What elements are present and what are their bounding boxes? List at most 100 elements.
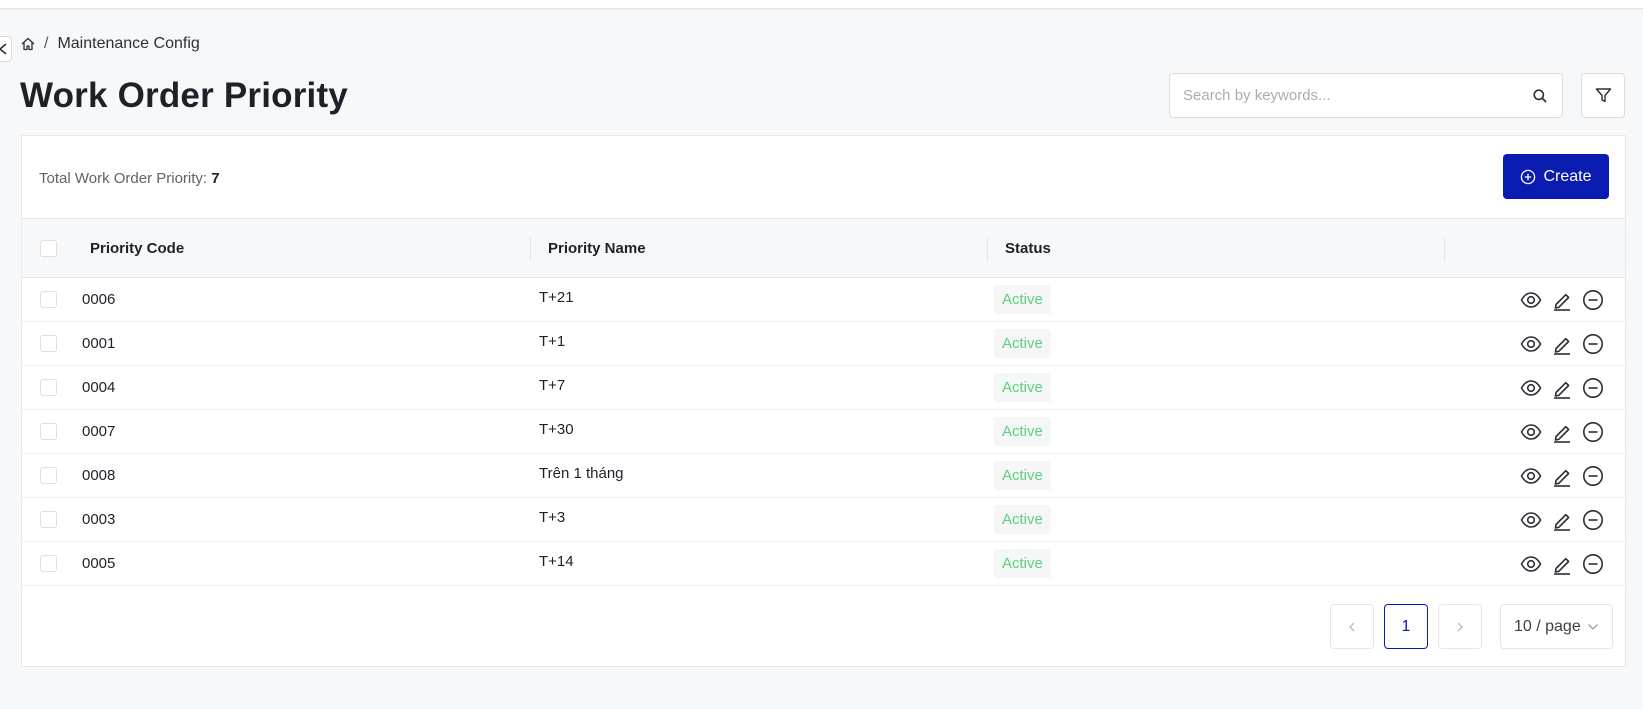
row-checkbox[interactable] [40, 511, 57, 528]
next-page-button[interactable] [1438, 604, 1482, 649]
deactivate-button[interactable] [1582, 289, 1604, 311]
status-badge: Active [994, 461, 1051, 490]
breadcrumb: / Maintenance Config [20, 33, 200, 55]
view-button[interactable] [1520, 465, 1542, 487]
priority-table: Priority Code Priority Name Status 0006 … [22, 218, 1625, 586]
edit-button[interactable] [1551, 289, 1573, 311]
create-button-label: Create [1543, 167, 1592, 185]
view-button[interactable] [1520, 333, 1542, 355]
priority-list-panel: Total Work Order Priority: 7 Create Prio… [21, 135, 1626, 667]
view-button[interactable] [1520, 553, 1542, 575]
edit-icon [1551, 289, 1573, 311]
view-button[interactable] [1520, 421, 1542, 443]
panel-header: Total Work Order Priority: 7 Create [22, 136, 1625, 218]
status-badge: Active [994, 417, 1051, 446]
sidebar-collapse-button[interactable] [0, 36, 12, 62]
eye-icon [1520, 509, 1542, 531]
column-header-priority-name[interactable]: Priority Name [548, 219, 646, 277]
view-button[interactable] [1520, 289, 1542, 311]
cell-priority-name: T+1 [539, 333, 566, 350]
row-checkbox[interactable] [40, 423, 57, 440]
cell-priority-code: 0008 [82, 467, 116, 484]
top-bar [0, 0, 1643, 9]
row-checkbox[interactable] [40, 291, 57, 308]
cell-priority-name: T+7 [539, 377, 566, 394]
page-number-button[interactable]: 1 [1384, 604, 1428, 649]
chevron-left-icon [1349, 622, 1355, 631]
chevron-left-icon [0, 43, 7, 55]
cell-priority-name: Trên 1 tháng [539, 465, 624, 482]
edit-button[interactable] [1551, 377, 1573, 399]
deactivate-button[interactable] [1582, 509, 1604, 531]
table-row[interactable]: 0006 T+21 Active [22, 278, 1625, 322]
home-icon[interactable] [20, 36, 36, 52]
row-actions [1520, 278, 1604, 321]
status-badge: Active [994, 549, 1051, 578]
table-row[interactable]: 0001 T+1 Active [22, 322, 1625, 366]
table-row[interactable]: 0005 T+14 Active [22, 542, 1625, 586]
row-checkbox[interactable] [40, 379, 57, 396]
table-row[interactable]: 0004 T+7 Active [22, 366, 1625, 410]
row-checkbox[interactable] [40, 335, 57, 352]
table-row[interactable]: 0003 T+3 Active [22, 498, 1625, 542]
chevron-down-icon [1587, 623, 1598, 630]
row-actions [1520, 322, 1604, 365]
breadcrumb-item-maintenance-config[interactable]: Maintenance Config [57, 35, 199, 53]
minus-circle-icon [1582, 553, 1604, 575]
filter-button[interactable] [1581, 73, 1625, 118]
eye-icon [1520, 377, 1542, 399]
table-row[interactable]: 0007 T+30 Active [22, 410, 1625, 454]
row-actions [1520, 410, 1604, 453]
view-button[interactable] [1520, 377, 1542, 399]
search-icon[interactable] [1532, 88, 1548, 104]
search-input[interactable] [1183, 87, 1532, 104]
minus-circle-icon [1582, 509, 1604, 531]
minus-circle-icon [1582, 333, 1604, 355]
row-checkbox[interactable] [40, 467, 57, 484]
table-body: 0006 T+21 Active 0001 T+1 Active 0004 T+… [22, 278, 1625, 586]
view-button[interactable] [1520, 509, 1542, 531]
status-badge: Active [994, 285, 1051, 314]
edit-button[interactable] [1551, 465, 1573, 487]
row-actions [1520, 542, 1604, 585]
total-count-value: 7 [211, 170, 220, 187]
minus-circle-icon [1582, 421, 1604, 443]
column-header-priority-code[interactable]: Priority Code [90, 219, 184, 277]
eye-icon [1520, 465, 1542, 487]
deactivate-button[interactable] [1582, 553, 1604, 575]
deactivate-button[interactable] [1582, 333, 1604, 355]
select-all-checkbox[interactable] [40, 240, 57, 257]
create-button[interactable]: Create [1503, 154, 1609, 199]
edit-button[interactable] [1551, 509, 1573, 531]
breadcrumb-separator: / [44, 35, 49, 52]
edit-button[interactable] [1551, 553, 1573, 575]
deactivate-button[interactable] [1582, 421, 1604, 443]
total-count-label: Total Work Order Priority: [39, 170, 208, 187]
search-box[interactable] [1169, 73, 1563, 118]
eye-icon [1520, 553, 1542, 575]
status-badge: Active [994, 505, 1051, 534]
page-size-select[interactable]: 10 / page [1500, 604, 1613, 649]
row-actions [1520, 498, 1604, 541]
cell-priority-code: 0007 [82, 423, 116, 440]
column-header-status[interactable]: Status [1005, 219, 1051, 277]
deactivate-button[interactable] [1582, 377, 1604, 399]
cell-priority-code: 0001 [82, 335, 116, 352]
row-checkbox[interactable] [40, 555, 57, 572]
cell-priority-name: T+21 [539, 289, 574, 306]
edit-icon [1551, 465, 1573, 487]
eye-icon [1520, 333, 1542, 355]
cell-priority-code: 0003 [82, 511, 116, 528]
edit-button[interactable] [1551, 333, 1573, 355]
row-actions [1520, 366, 1604, 409]
deactivate-button[interactable] [1582, 465, 1604, 487]
edit-icon [1551, 553, 1573, 575]
minus-circle-icon [1582, 377, 1604, 399]
table-row[interactable]: 0008 Trên 1 tháng Active [22, 454, 1625, 498]
edit-button[interactable] [1551, 421, 1573, 443]
column-divider [530, 237, 531, 261]
cell-priority-code: 0005 [82, 555, 116, 572]
status-badge: Active [994, 373, 1051, 402]
column-divider [1444, 237, 1445, 261]
prev-page-button[interactable] [1330, 604, 1374, 649]
